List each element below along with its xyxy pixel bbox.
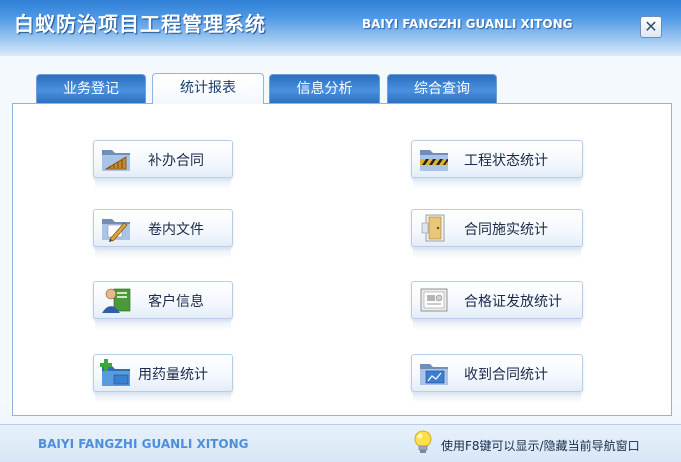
app-window: 白蚁防治项目工程管理系统 BAIYI FANGZHI GUANLI XITONG… [0,0,681,462]
button-label: 补办合同 [148,153,204,169]
customer-info-button[interactable]: 客户信息 [93,281,233,319]
certificate-issuance-stats-button[interactable]: 合格证发放统计 [411,281,583,319]
folder-pen-icon [102,219,130,242]
button-label: 收到合同统计 [464,367,548,383]
contract-implementation-stats-button[interactable]: 合同施实统计 [411,209,583,247]
button-reflection [413,179,581,189]
button-reflection [95,393,231,403]
app-subtitle: BAIYI FANGZHI GUANLI XITONG [362,17,573,31]
tab-information-analysis[interactable]: 信息分析 [269,74,380,103]
button-reflection [413,320,581,330]
tab-label: 信息分析 [296,81,353,97]
button-reflection [95,179,231,189]
app-title: 白蚁防治项目工程管理系统 [14,12,266,36]
tab-business-registration[interactable]: 业务登记 [36,74,146,103]
folder-ruler-icon [102,150,130,171]
tab-label: 综合查询 [414,81,470,97]
title-bar: 白蚁防治项目工程管理系统 BAIYI FANGZHI GUANLI XITONG… [0,0,681,56]
button-label: 客户信息 [148,294,204,310]
button-label: 合格证发放统计 [464,294,562,310]
button-reflection [413,248,581,258]
button-reflection [413,393,581,403]
folder-add-icon [100,359,130,386]
tab-label: 业务登记 [63,81,119,97]
certificate-icon [420,288,448,312]
tab-statistics-reports[interactable]: 统计报表 [152,73,264,104]
close-button[interactable]: ✕ [640,16,662,38]
lightbulb-icon [414,430,432,453]
tab-label: 统计报表 [180,80,236,96]
contract-door-icon [421,214,445,242]
close-icon: ✕ [644,17,658,36]
tab-comprehensive-query[interactable]: 综合查询 [387,74,497,103]
received-contract-stats-button[interactable]: 收到合同统计 [411,354,583,392]
folder-hazard-stripe-icon [420,150,448,171]
button-label: 工程状态统计 [464,153,548,169]
project-status-stats-button[interactable]: 工程状态统计 [411,140,583,178]
footer-brand: BAIYI FANGZHI GUANLI XITONG [38,437,249,451]
statistics-reports-panel: 补办合同 卷内文件 客户信息 用药量统计 工程状态统计 合同施实统计 合格证发放… [12,103,672,416]
reissue-contract-button[interactable]: 补办合同 [93,140,233,178]
button-label: 合同施实统计 [464,222,548,238]
button-label: 卷内文件 [148,222,204,238]
folder-chart-icon [420,364,448,385]
button-label: 用药量统计 [138,367,208,383]
button-reflection [95,248,231,258]
pesticide-usage-stats-button[interactable]: 用药量统计 [93,354,233,392]
button-reflection [95,320,231,330]
volume-files-button[interactable]: 卷内文件 [93,209,233,247]
customer-person-icon [102,288,131,313]
footer-hint: 使用F8键可以显示/隐藏当前导航窗口 [441,439,640,453]
status-footer: BAIYI FANGZHI GUANLI XITONG 使用F8键可以显示/隐藏… [0,424,681,462]
